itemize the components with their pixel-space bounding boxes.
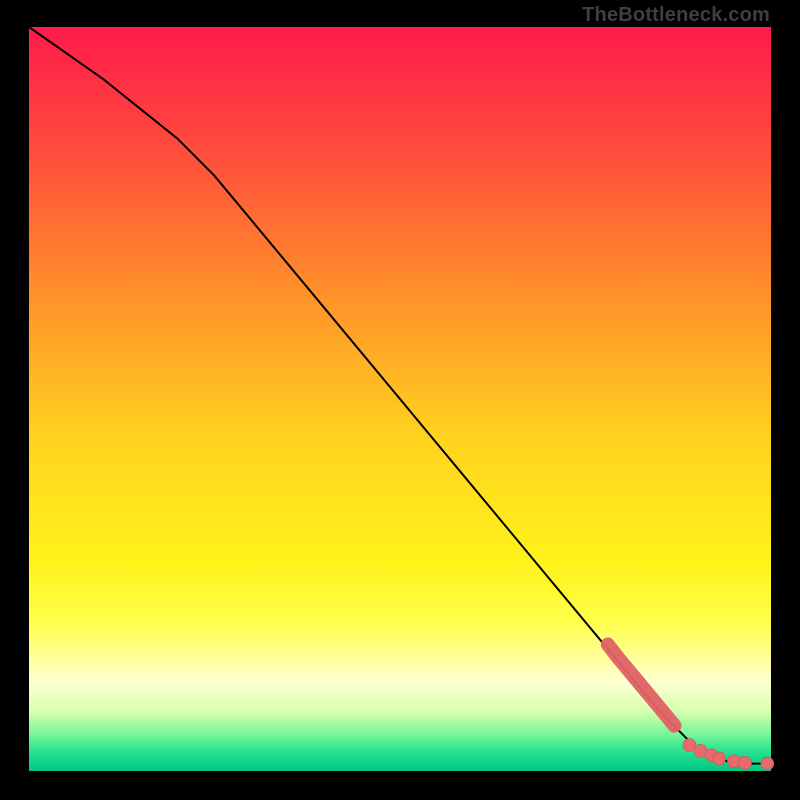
curve-line bbox=[29, 27, 771, 764]
tail-point bbox=[761, 757, 774, 770]
outer-frame: TheBottleneck.com bbox=[0, 0, 800, 800]
tail-point bbox=[713, 752, 726, 765]
chart-overlay bbox=[29, 27, 771, 771]
watermark-text: TheBottleneck.com bbox=[582, 4, 770, 27]
tail-point bbox=[739, 756, 752, 769]
highlight-segment-rim bbox=[608, 645, 675, 726]
